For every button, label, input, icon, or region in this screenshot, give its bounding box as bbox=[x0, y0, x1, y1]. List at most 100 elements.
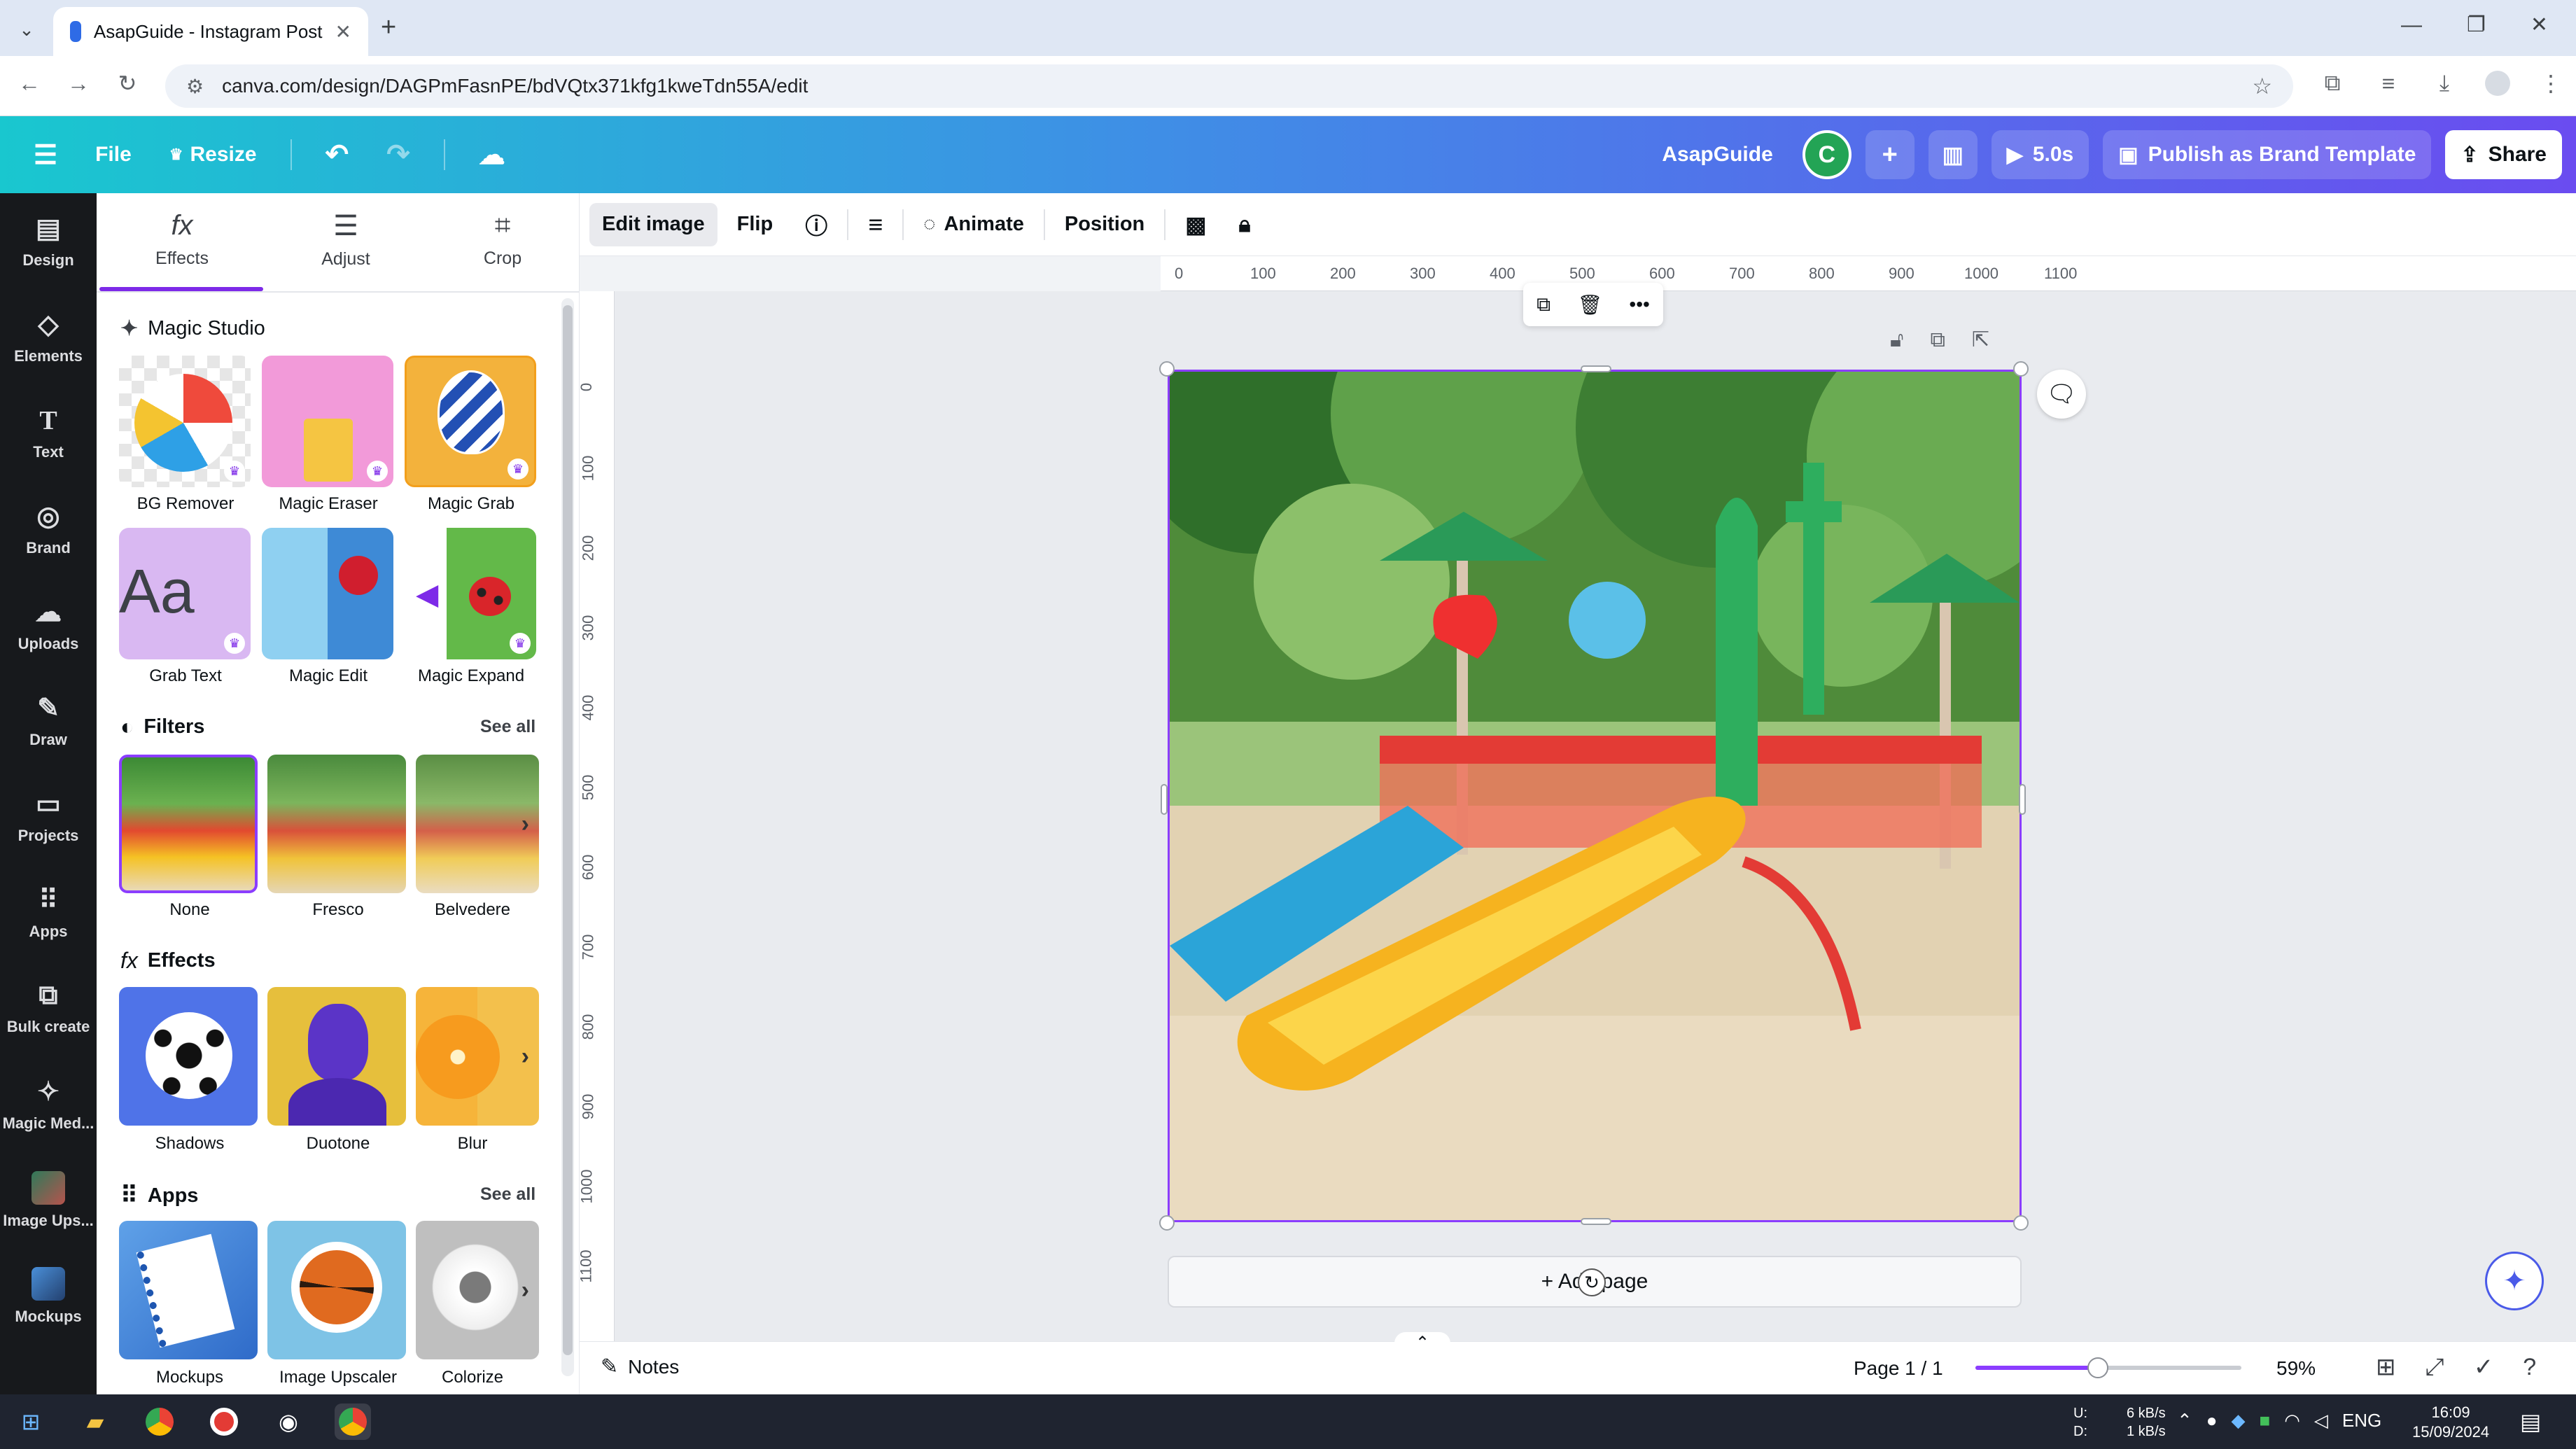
tray-chevron-icon[interactable]: ⌃ bbox=[2177, 1410, 2192, 1432]
publish-brand-template-button[interactable]: ▣ Publish as Brand Template bbox=[2103, 130, 2432, 179]
comment-icon[interactable]: 🗨︎ bbox=[2037, 370, 2086, 419]
recorder-icon[interactable] bbox=[206, 1404, 242, 1440]
fullscreen-icon[interactable]: ⤢ bbox=[2426, 1354, 2444, 1381]
chrome-active-icon[interactable] bbox=[335, 1404, 371, 1440]
grid-view-icon[interactable]: ⊞ bbox=[2376, 1353, 2396, 1381]
file-explorer-icon[interactable]: ▰ bbox=[77, 1404, 113, 1440]
extensions-icon[interactable]: ⧉ bbox=[2317, 70, 2348, 97]
tab-adjust[interactable]: ☰ Adjust bbox=[283, 210, 409, 270]
design-page-image[interactable] bbox=[1168, 370, 2022, 1222]
panel-scrollbar-thumb[interactable] bbox=[563, 305, 573, 1355]
resize-handle-sw[interactable] bbox=[1159, 1215, 1175, 1231]
transparency-icon[interactable]: ▩ bbox=[1172, 203, 1219, 246]
profile-avatar[interactable] bbox=[2485, 71, 2510, 96]
new-tab-plus-icon[interactable]: + bbox=[381, 13, 396, 43]
rail-item-text[interactable]: T Text bbox=[0, 385, 97, 481]
resize-handle-nw[interactable] bbox=[1159, 361, 1175, 377]
rail-item-draw[interactable]: ✎ Draw bbox=[0, 673, 97, 769]
avatar[interactable]: C bbox=[1802, 130, 1851, 179]
effect-duotone-thumb[interactable] bbox=[267, 987, 406, 1126]
rail-item-design[interactable]: ▤ Design bbox=[0, 193, 97, 289]
help-icon[interactable]: ? bbox=[2523, 1354, 2536, 1381]
file-menu-button[interactable]: File bbox=[80, 130, 147, 179]
filters-see-all-link[interactable]: See all bbox=[480, 717, 536, 737]
edit-image-button[interactable]: Edit image bbox=[589, 202, 718, 246]
wifi-icon[interactable]: ◠ bbox=[2284, 1410, 2300, 1432]
app-colorize-thumb[interactable]: › bbox=[416, 1221, 539, 1359]
window-close-icon[interactable]: ✕ bbox=[2530, 13, 2548, 37]
flip-button[interactable]: Flip bbox=[724, 203, 786, 246]
download-icon[interactable]: ⤓ bbox=[2429, 70, 2460, 97]
present-button[interactable]: ▶ 5.0s bbox=[1991, 130, 2090, 179]
chevron-right-icon[interactable]: › bbox=[522, 1277, 529, 1304]
rail-item-mockups[interactable]: Mockups bbox=[0, 1248, 97, 1344]
resize-handle-e[interactable] bbox=[2019, 784, 2026, 815]
back-arrow-icon[interactable]: ← bbox=[14, 71, 45, 97]
chevron-up-icon[interactable]: ⌃ bbox=[1394, 1332, 1450, 1353]
microphone-icon[interactable]: ● bbox=[2206, 1410, 2218, 1432]
brand-name[interactable]: AsapGuide bbox=[1646, 130, 1788, 179]
chevron-right-icon[interactable]: › bbox=[522, 1043, 529, 1070]
duplicate-icon[interactable]: ⧉ bbox=[1536, 293, 1550, 316]
forward-arrow-icon[interactable]: → bbox=[63, 71, 94, 97]
rotate-handle-icon[interactable]: ↻ bbox=[1578, 1268, 1606, 1296]
share-button[interactable]: ⇪ Share bbox=[2445, 130, 2562, 179]
delete-icon[interactable]: 🗑︎ bbox=[1578, 293, 1603, 316]
chrome-icon[interactable] bbox=[141, 1404, 178, 1440]
windows-start-icon[interactable]: ⊞ bbox=[13, 1404, 49, 1440]
notes-button[interactable]: ✎ Notes bbox=[601, 1354, 679, 1379]
info-icon[interactable]: ⓘ bbox=[792, 203, 840, 246]
rail-item-projects[interactable]: ▭ Projects bbox=[0, 769, 97, 864]
magic-assistant-icon[interactable]: ✦ bbox=[2485, 1252, 2544, 1310]
magic-edit-tile[interactable] bbox=[262, 528, 393, 659]
tab-crop[interactable]: ⌗ Crop bbox=[440, 210, 566, 269]
tray-app-icon[interactable]: ■ bbox=[2260, 1410, 2271, 1432]
filter-belvedere-thumb[interactable]: › bbox=[416, 755, 539, 893]
url-field[interactable]: ⚙ canva.com/design/DAGPmFasnPE/bdVQtx371… bbox=[165, 64, 2293, 108]
undo-icon[interactable]: ↶ bbox=[310, 130, 365, 179]
minimize-icon[interactable]: — bbox=[2401, 13, 2422, 37]
zoom-level[interactable]: 59% bbox=[2276, 1357, 2316, 1380]
apps-see-all-link[interactable]: See all bbox=[480, 1184, 536, 1205]
rail-item-magic-media[interactable]: ✧ Magic Med... bbox=[0, 1056, 97, 1152]
resize-button[interactable]: ♛ Resize bbox=[154, 130, 272, 179]
tab-list-chevron-icon[interactable]: ⌄ bbox=[13, 15, 41, 43]
magic-expand-tile[interactable]: ◀ ♛ bbox=[405, 528, 536, 659]
clock[interactable]: 16:09 15/09/2024 bbox=[2412, 1403, 2489, 1442]
check-circle-icon[interactable]: ✓ bbox=[2474, 1353, 2494, 1381]
browser-menu-icon[interactable]: ⋮ bbox=[2535, 70, 2566, 97]
grab-text-tile[interactable]: Aa ♛ bbox=[119, 528, 251, 659]
resize-handle-se[interactable] bbox=[2013, 1215, 2029, 1231]
bg-remover-tile[interactable]: ♛ bbox=[119, 356, 251, 487]
browser-tab[interactable]: AsapGuide - Instagram Post ✕ bbox=[53, 7, 368, 56]
bookmark-star-icon[interactable]: ☆ bbox=[2252, 73, 2272, 99]
rail-item-image-upscaler[interactable]: Image Ups... bbox=[0, 1152, 97, 1248]
volume-icon[interactable]: ◁ bbox=[2314, 1410, 2328, 1432]
chevron-right-icon[interactable]: › bbox=[522, 811, 529, 838]
effect-blur-thumb[interactable]: › bbox=[416, 987, 539, 1126]
page-add-icon[interactable]: ⇱ bbox=[1972, 328, 1989, 352]
redo-icon[interactable]: ↷ bbox=[371, 130, 426, 179]
app-mockups-thumb[interactable] bbox=[119, 1221, 258, 1359]
language-indicator[interactable]: ENG bbox=[2342, 1410, 2381, 1432]
position-button[interactable]: Position bbox=[1052, 203, 1157, 246]
filter-none-thumb[interactable] bbox=[119, 755, 258, 893]
page-duplicate-icon[interactable]: ⧉ bbox=[1930, 328, 1945, 352]
animate-button[interactable]: ◌ Animate bbox=[911, 203, 1037, 246]
add-collaborator-icon[interactable]: + bbox=[1865, 130, 1914, 179]
notifications-icon[interactable]: ▤ bbox=[2520, 1408, 2541, 1435]
resize-handle-w[interactable] bbox=[1161, 784, 1168, 815]
page-lock-icon[interactable]: 🔓︎ bbox=[1890, 328, 1903, 352]
resize-handle-n[interactable] bbox=[1581, 365, 1611, 372]
reload-icon[interactable]: ↻ bbox=[112, 70, 143, 97]
tray-app-icon[interactable]: ◆ bbox=[2232, 1410, 2246, 1432]
main-menu-icon[interactable]: ☰ bbox=[18, 130, 73, 179]
zoom-slider-thumb[interactable] bbox=[2087, 1357, 2108, 1378]
resize-handle-ne[interactable] bbox=[2013, 361, 2029, 377]
zoom-slider[interactable] bbox=[1975, 1357, 2241, 1378]
cloud-saved-icon[interactable]: ☁ bbox=[463, 130, 521, 179]
tab-close-icon[interactable]: ✕ bbox=[335, 20, 351, 43]
insights-icon[interactable]: ▥ bbox=[1928, 130, 1977, 179]
more-options-icon[interactable]: ••• bbox=[1629, 293, 1649, 316]
media-control-icon[interactable]: ≡ bbox=[2373, 71, 2404, 97]
